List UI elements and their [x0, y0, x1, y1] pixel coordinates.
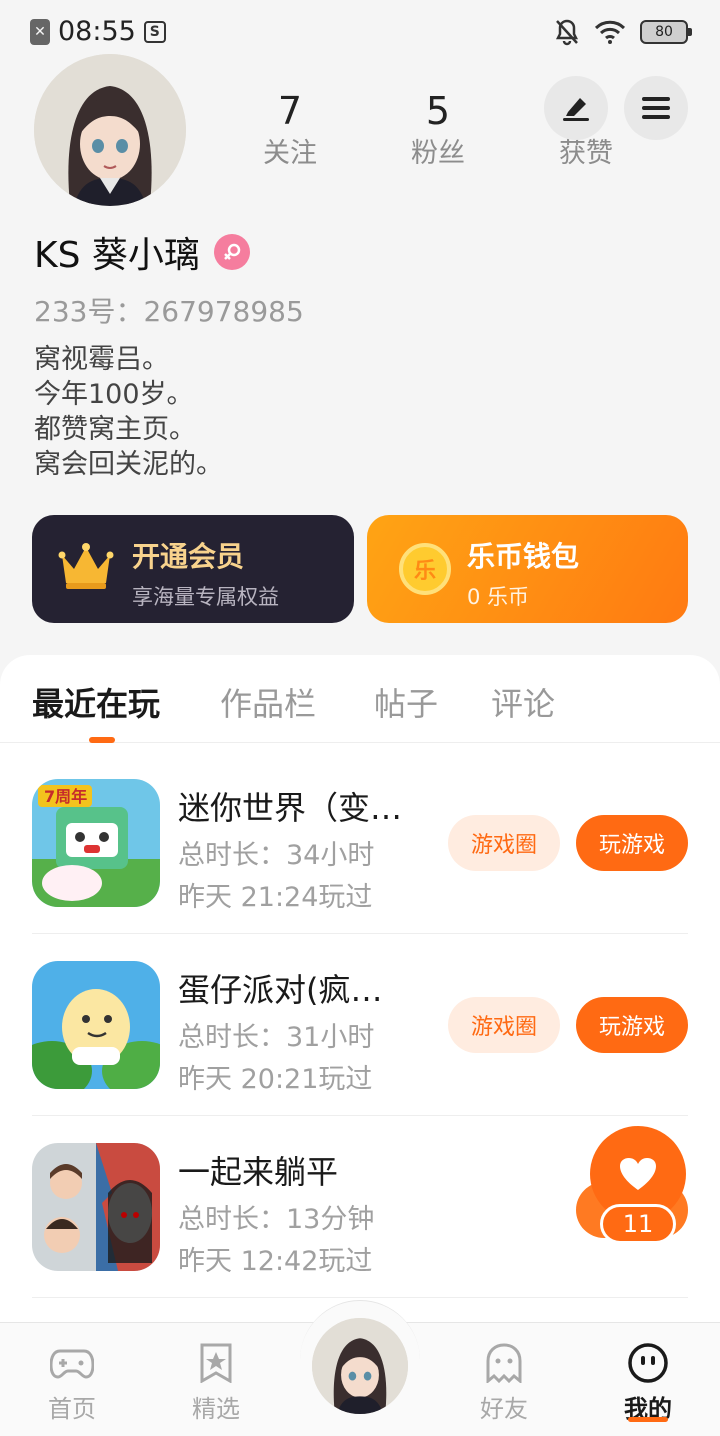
game-row[interactable]: 蛋仔派对(疯… 总时长：31小时 昨天 20:21玩过 游戏圈 玩游戏	[32, 961, 688, 1116]
play-game-button[interactable]: 玩游戏	[576, 997, 688, 1053]
play-game-button[interactable]: 玩游戏	[576, 815, 688, 871]
avatar-illustration	[34, 54, 186, 206]
fans-label: 粉丝	[411, 138, 465, 169]
bio-line: 今年100岁。	[34, 379, 194, 410]
female-gender-icon	[213, 234, 250, 270]
game-duration: 总时长：31小时	[178, 1022, 375, 1053]
game-row[interactable]: 7周年 迷你世界（变… 总时长：34小时 昨天 21:24玩过 游戏圈 玩游戏	[32, 779, 688, 934]
user-id: 233号：267978985	[34, 295, 304, 328]
heart-icon	[620, 1158, 656, 1190]
battery-level: 80	[655, 24, 673, 40]
nav-friends[interactable]: 好友	[444, 1323, 564, 1436]
nav-label: 精选	[192, 1395, 240, 1423]
status-right: 80	[554, 18, 692, 46]
edit-profile-button[interactable]	[544, 76, 608, 140]
active-tab-indicator	[89, 737, 115, 743]
gamepad-icon	[50, 1349, 94, 1379]
stat-following[interactable]: 7 关注	[216, 88, 364, 174]
nav-label: 好友	[480, 1395, 528, 1423]
game-circle-button[interactable]: 游戏圈	[448, 997, 560, 1053]
clock: 08:55	[58, 16, 136, 47]
game-name: 一起来躺平	[178, 1153, 339, 1191]
profile-avatar[interactable]	[34, 54, 186, 206]
game-last-played: 昨天 12:42玩过	[178, 1246, 373, 1277]
wallet-card[interactable]: 乐 乐币钱包 0 乐币	[367, 515, 688, 623]
ghost-icon	[486, 1343, 522, 1383]
active-nav-indicator	[628, 1417, 668, 1422]
tab-works[interactable]: 作品栏	[220, 679, 316, 725]
bio-line: 窝视霉吕。	[34, 344, 169, 375]
content-panel: 最近在玩 作品栏 帖子 评论 7周年 迷你世界（变… 总时长：34小时 昨天 2…	[0, 655, 720, 1355]
tab-comments[interactable]: 评论	[491, 679, 555, 725]
like-floating-button[interactable]: 11	[576, 1126, 688, 1246]
game-icon-lie-flat[interactable]	[32, 1143, 160, 1271]
crown-icon	[58, 543, 114, 589]
like-count: 11	[600, 1204, 676, 1244]
coin-icon: 乐	[399, 543, 451, 595]
vip-title: 开通会员	[132, 540, 245, 573]
wallet-title: 乐币钱包	[467, 540, 580, 573]
star-bookmark-icon	[200, 1343, 232, 1383]
game-duration: 总时长：13分钟	[178, 1204, 375, 1235]
tab-posts[interactable]: 帖子	[374, 679, 438, 725]
bio-line: 都赞窝主页。	[34, 414, 196, 445]
mute-bell-icon	[555, 19, 579, 46]
wallet-balance: 0 乐币	[467, 585, 530, 609]
tab-recently-played[interactable]: 最近在玩	[32, 679, 160, 725]
tab-bar: 最近在玩 作品栏 帖子 评论	[0, 655, 720, 743]
game-last-played: 昨天 21:24玩过	[178, 882, 373, 913]
game-circle-button[interactable]: 游戏圈	[448, 815, 560, 871]
username: KS 葵小璃	[34, 235, 200, 276]
stat-fans[interactable]: 5 粉丝	[364, 88, 512, 174]
pen-icon	[563, 98, 589, 121]
menu-button[interactable]	[624, 76, 688, 140]
game-duration: 总时长：34小时	[178, 840, 375, 871]
smiley-icon	[628, 1343, 668, 1383]
following-count: 7	[277, 89, 303, 133]
avatar-illustration	[312, 1318, 408, 1414]
sim-x-icon: ✕	[30, 18, 50, 45]
following-label: 关注	[263, 138, 317, 169]
game-last-played: 昨天 20:21玩过	[178, 1064, 373, 1095]
bio-line: 窝会回关泥的。	[34, 449, 223, 480]
vip-card[interactable]: 开通会员 享海量专属权益	[32, 515, 354, 623]
fans-count: 5	[425, 89, 451, 133]
wifi-icon	[594, 20, 626, 44]
nav-home[interactable]: 首页	[12, 1323, 132, 1436]
game-icon-eggy-party[interactable]	[32, 961, 160, 1089]
status-left: ✕ 08:55 S	[30, 16, 166, 47]
s-icon: S	[143, 20, 166, 43]
username-row: KS 葵小璃	[34, 226, 250, 278]
game-name: 迷你世界（变…	[178, 789, 403, 827]
hamburger-menu-icon	[642, 97, 670, 119]
game-name: 蛋仔派对(疯…	[178, 971, 383, 1009]
battery-icon: 80	[640, 20, 692, 44]
bio: 窝视霉吕。 今年100岁。 都赞窝主页。 窝会回关泥的。	[34, 342, 223, 482]
svg-text:7周年: 7周年	[44, 787, 87, 806]
likes-label: 获赞	[559, 138, 613, 169]
vip-subtitle: 享海量专属权益	[132, 585, 279, 609]
game-icon-mini-world[interactable]: 7周年	[32, 779, 160, 907]
center-nav-avatar[interactable]	[312, 1318, 408, 1414]
nav-mine[interactable]: 我的	[588, 1323, 708, 1436]
nav-featured[interactable]: 精选	[156, 1323, 276, 1436]
nav-label: 首页	[48, 1395, 96, 1423]
